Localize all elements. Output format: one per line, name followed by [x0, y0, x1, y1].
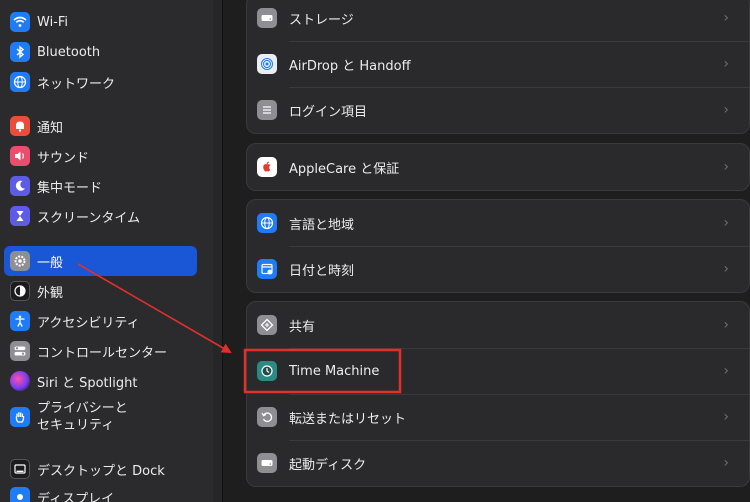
sidebar-item-network[interactable]: ネットワーク — [4, 67, 197, 97]
chevron-right-icon: › — [723, 215, 729, 231]
dock-icon — [10, 459, 30, 479]
storage-icon — [257, 8, 277, 28]
sidebar-item-desktop-dock[interactable]: デスクトップと Dock — [4, 454, 197, 484]
sidebar-item-label: アクセシビリティ — [37, 315, 140, 331]
sidebar-item-label: サウンド — [37, 150, 90, 166]
row-time-machine[interactable]: Time Machine › — [247, 348, 749, 394]
sidebar-item-control-center[interactable]: コントロールセンター — [4, 336, 197, 366]
sidebar-item-label: コントロールセンター — [37, 345, 168, 361]
settings-group-sharing: 共有 › Time Machine › 転送またはリセット › 起動ディスク › — [246, 301, 750, 487]
list-icon — [257, 100, 277, 120]
sidebar-item-appearance[interactable]: 外観 — [4, 276, 197, 306]
sidebar-item-label: ディスプレイ — [37, 491, 115, 502]
disk-icon — [257, 453, 277, 473]
settings-group-language-date: 言語と地域 › 日付と時刻 › — [246, 199, 750, 293]
sidebar-item-accessibility[interactable]: アクセシビリティ — [4, 306, 197, 336]
sidebar-item-label: ネットワーク — [37, 76, 116, 92]
row-storage[interactable]: ストレージ › — [247, 0, 749, 41]
globe-icon — [10, 72, 30, 92]
row-label: 起動ディスク — [289, 457, 367, 473]
globe-icon — [257, 213, 277, 233]
sidebar-item-label: デスクトップと Dock — [37, 463, 165, 479]
row-date-time[interactable]: 日付と時刻 › — [247, 246, 749, 292]
row-label: 言語と地域 — [289, 217, 355, 233]
sidebar-item-bluetooth[interactable]: Bluetooth — [4, 37, 197, 67]
time-machine-icon — [257, 361, 277, 381]
row-label: ログイン項目 — [289, 104, 368, 120]
chevron-right-icon: › — [723, 363, 729, 379]
sidebar: Wi-Fi Bluetooth ネットワーク 通知 サウンド 集中モード スクリ… — [0, 0, 213, 502]
sidebar-item-label: プライバシーと セキュリティ — [37, 400, 157, 434]
row-login-items[interactable]: ログイン項目 › — [247, 87, 749, 133]
row-label: AirDrop と Handoff — [289, 58, 411, 74]
moon-icon — [10, 176, 30, 196]
row-label: Time Machine — [289, 363, 380, 379]
sidebar-item-notifications[interactable]: 通知 — [4, 111, 197, 141]
sidebar-item-label: 通知 — [37, 120, 64, 136]
chevron-right-icon: › — [723, 455, 729, 471]
gear-icon — [10, 251, 30, 271]
hourglass-icon — [10, 206, 30, 226]
apple-logo-icon — [257, 157, 277, 177]
row-label: AppleCare と保証 — [289, 161, 400, 177]
reset-icon — [257, 407, 277, 427]
chevron-right-icon: › — [723, 159, 729, 175]
accessibility-icon — [10, 311, 30, 331]
wifi-icon — [10, 12, 30, 32]
toggles-icon — [10, 341, 30, 361]
chevron-right-icon: › — [723, 102, 729, 118]
row-applecare[interactable]: AppleCare と保証 › — [247, 144, 749, 190]
sidebar-item-wifi[interactable]: Wi-Fi — [4, 7, 197, 37]
bell-icon — [10, 116, 30, 136]
sidebar-item-label: 一般 — [37, 255, 64, 271]
sidebar-item-focus[interactable]: 集中モード — [4, 171, 197, 201]
hand-icon — [10, 407, 30, 427]
row-label: 転送またはリセット — [289, 411, 407, 427]
sidebar-item-label: Wi-Fi — [37, 14, 69, 30]
row-transfer-reset[interactable]: 転送またはリセット › — [247, 394, 749, 440]
chevron-right-icon: › — [723, 409, 729, 425]
sidebar-item-general[interactable]: 一般 — [4, 246, 197, 276]
appearance-icon — [10, 281, 30, 301]
airdrop-icon — [257, 54, 277, 74]
sidebar-item-screen-time[interactable]: スクリーンタイム — [4, 201, 197, 231]
bluetooth-icon — [10, 42, 30, 62]
sidebar-item-label: スクリーンタイム — [37, 210, 141, 226]
label-line-2: セキュリティ — [37, 418, 115, 433]
chevron-right-icon: › — [723, 10, 729, 26]
sharing-icon — [257, 315, 277, 335]
sidebar-item-sound[interactable]: サウンド — [4, 141, 197, 171]
sidebar-item-label: Bluetooth — [37, 44, 101, 60]
chevron-right-icon: › — [723, 56, 729, 72]
sidebar-item-label: Siri と Spotlight — [37, 375, 138, 391]
row-label: ストレージ — [289, 12, 354, 28]
row-startup-disk[interactable]: 起動ディスク › — [247, 440, 749, 486]
row-label: 共有 — [289, 319, 316, 335]
settings-group-applecare: AppleCare と保証 › — [246, 143, 750, 191]
row-language-region[interactable]: 言語と地域 › — [247, 200, 749, 246]
main-panel: ストレージ › AirDrop と Handoff › ログイン項目 › App… — [223, 0, 750, 502]
speaker-icon — [10, 146, 30, 166]
sidebar-item-displays[interactable]: ディスプレイ — [4, 482, 197, 502]
row-label: 日付と時刻 — [289, 263, 355, 279]
display-icon — [10, 487, 30, 502]
chevron-right-icon: › — [723, 317, 729, 333]
settings-group-storage: ストレージ › AirDrop と Handoff › ログイン項目 › — [246, 0, 750, 134]
sidebar-item-label: 集中モード — [37, 180, 103, 196]
label-line-1: プライバシーと — [37, 401, 128, 416]
sidebar-item-label: 外観 — [37, 285, 64, 301]
sidebar-item-privacy-security[interactable]: プライバシーと セキュリティ — [4, 398, 197, 436]
chevron-right-icon: › — [723, 261, 729, 277]
calendar-clock-icon — [257, 259, 277, 279]
siri-icon — [10, 371, 30, 391]
sidebar-item-siri-spotlight[interactable]: Siri と Spotlight — [4, 366, 197, 396]
row-sharing[interactable]: 共有 › — [247, 302, 749, 348]
row-airdrop-handoff[interactable]: AirDrop と Handoff › — [247, 41, 749, 87]
